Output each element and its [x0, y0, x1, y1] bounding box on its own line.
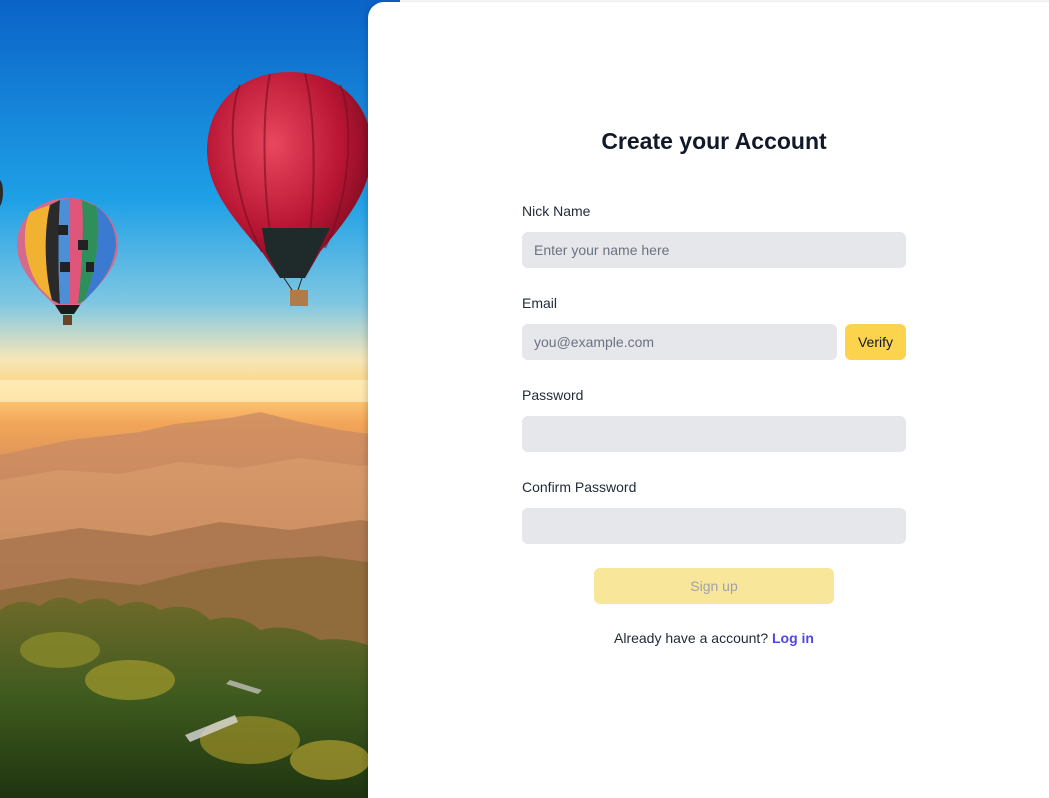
page-title: Create your Account	[601, 128, 827, 154]
signup-page: Create your Account Nick Name Email Veri…	[0, 0, 1049, 798]
nickname-label: Nick Name	[522, 203, 591, 219]
login-link[interactable]: Log in	[772, 630, 814, 646]
signup-button[interactable]: Sign up	[594, 568, 834, 604]
password-group: Password	[522, 384, 906, 476]
signup-form: Nick Name Email Verify Password Confirm …	[522, 200, 906, 568]
email-input[interactable]	[522, 324, 837, 360]
confirm-password-group: Confirm Password	[522, 476, 906, 568]
nickname-group: Nick Name	[522, 200, 906, 292]
email-group: Email Verify	[522, 292, 906, 384]
hero-image	[0, 0, 400, 798]
login-prompt: Already have a account? Log in	[368, 630, 1049, 646]
nickname-input[interactable]	[522, 232, 906, 268]
password-label: Password	[522, 387, 584, 403]
email-label: Email	[522, 295, 558, 311]
password-input[interactable]	[522, 416, 906, 452]
login-prompt-text: Already have a account?	[614, 630, 769, 646]
verify-button[interactable]: Verify	[845, 324, 906, 360]
email-row: Verify	[522, 324, 906, 360]
confirm-password-input[interactable]	[522, 508, 906, 544]
confirm-password-label: Confirm Password	[522, 479, 637, 495]
